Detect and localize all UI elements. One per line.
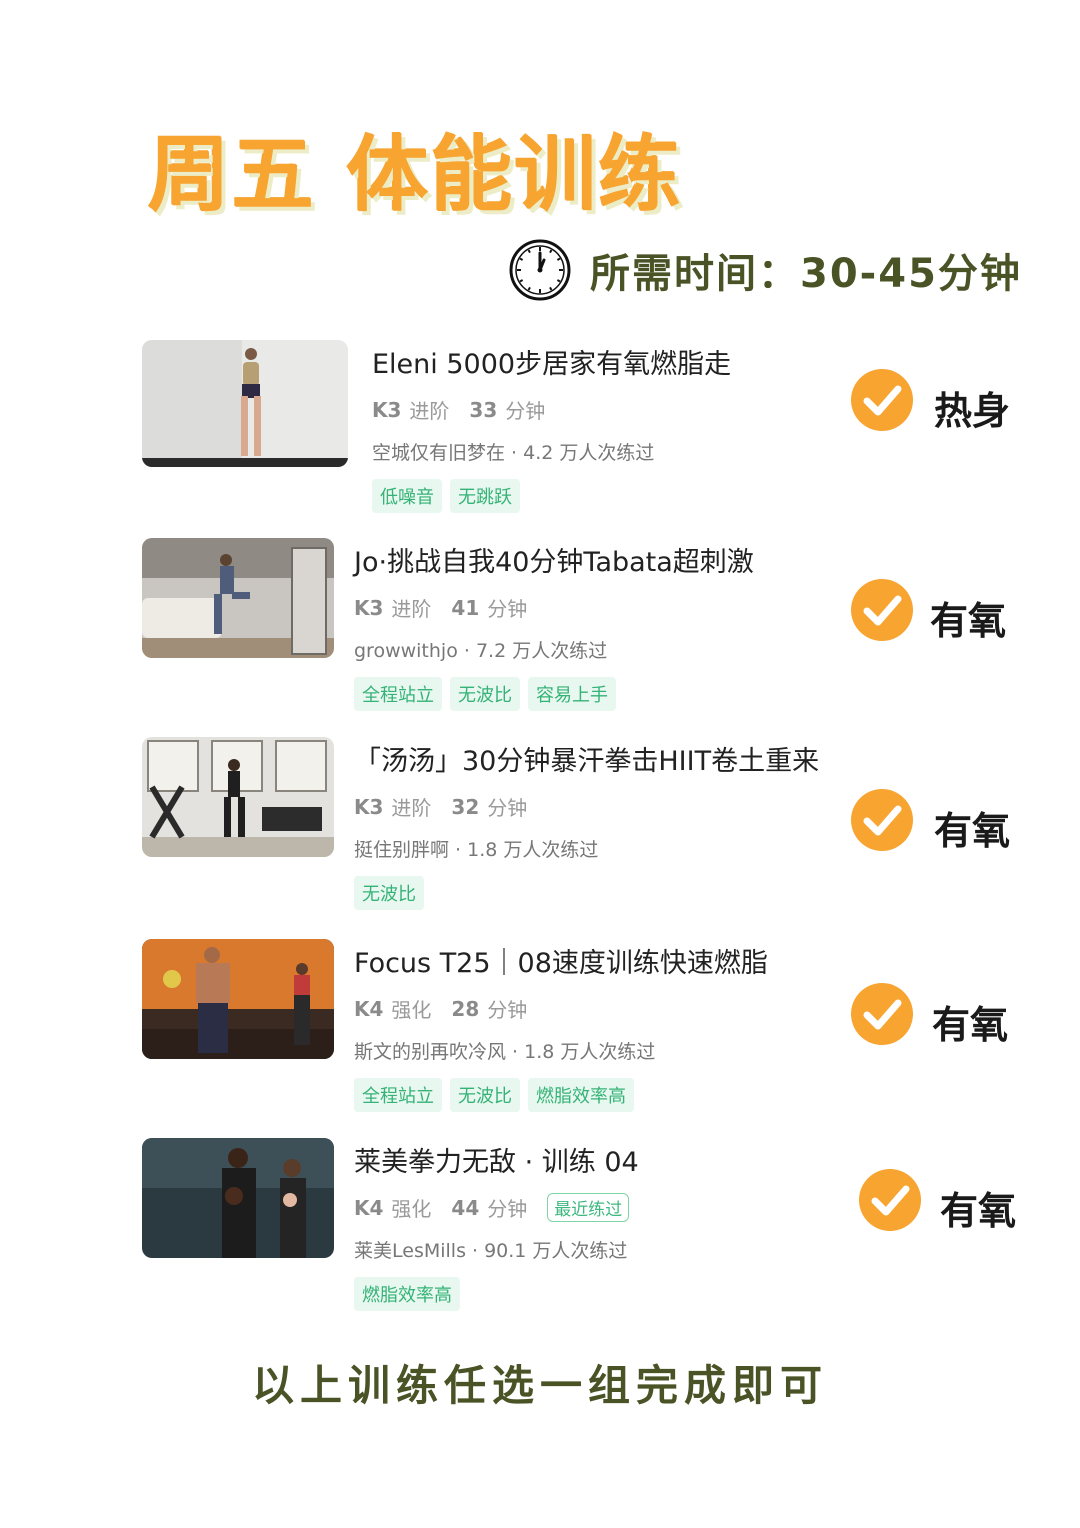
category-label: 热身 [934,389,1011,433]
tag: 燃脂效率高 [354,1277,460,1311]
author-stats: 挺住别胖啊 · 1.8 万人次练过 [354,839,599,861]
tag-list: 低噪音 无跳跃 [372,479,731,513]
tag: 无波比 [450,1078,520,1112]
workout-meta: K4 强化 44 分钟 最近练过 [354,1193,639,1222]
footer-note: 以上训练任选一组完成即可 [251,1361,828,1410]
checkmark-icon [851,983,913,1045]
checkmark-icon [851,789,913,851]
duration-minutes: 41 [451,595,480,620]
level-code: K3 [372,397,402,422]
workout-meta: K4 强化 28 分钟 [354,994,768,1023]
tag-list: 全程站立 无波比 容易上手 [354,677,754,711]
clock-icon [509,239,571,301]
duration-minutes: 33 [469,397,498,422]
checkmark-icon [851,579,913,641]
duration-text: 所需时间：30-45分钟 [590,251,1022,297]
tag-list: 无波比 [354,876,819,910]
workout-meta: K3 进阶 33 分钟 [372,395,731,424]
tag-list: 燃脂效率高 [354,1277,639,1311]
workout-title[interactable]: Jo·挑战自我40分钟Tabata超刺激 [354,540,754,579]
workout-title[interactable]: 莱美拳力无敌 · 训练 04 [354,1140,639,1179]
author-stats: 莱美LesMills · 90.1 万人次练过 [354,1240,628,1262]
workout-title[interactable]: 「汤汤」30分钟暴汗拳击HIIT卷土重来 [354,739,819,778]
page-title: 周五 体能训练 [148,128,683,223]
author-stats: 空城仅有旧梦在 · 4.2 万人次练过 [372,442,655,464]
level-name: 进阶 [409,399,450,423]
level-name: 进阶 [391,796,432,820]
category-label: 有氧 [932,1003,1009,1047]
tag: 无波比 [354,876,424,910]
checkmark-icon [859,1169,921,1231]
duration-unit: 分钟 [487,597,528,621]
duration-row: 所需时间：30-45分钟 [508,238,1022,302]
workout-meta: K3 进阶 41 分钟 [354,593,754,622]
workout-title[interactable]: Eleni 5000步居家有氧燃脂走 [372,342,731,381]
level-code: K4 [354,1195,384,1220]
tag: 全程站立 [354,1078,442,1112]
category-label: 有氧 [934,809,1011,853]
duration-minutes: 32 [451,794,480,819]
duration-unit: 分钟 [505,399,546,423]
duration-unit: 分钟 [487,998,528,1022]
tag: 燃脂效率高 [528,1078,634,1112]
workout-thumbnail[interactable] [142,538,334,658]
workout-meta: K3 进阶 32 分钟 [354,792,819,821]
workout-thumbnail[interactable] [142,939,334,1059]
category-label: 有氧 [930,599,1007,643]
boxing-duo-photo-icon [142,1138,334,1258]
level-code: K3 [354,595,384,620]
tag: 无跳跃 [450,479,520,513]
workout-title[interactable]: Focus T25｜08速度训练快速燃脂 [354,941,768,980]
woman-standing-photo-icon [142,340,348,467]
duration-minutes: 28 [451,996,480,1021]
tag: 低噪音 [372,479,442,513]
tag: 容易上手 [528,677,616,711]
tag: 全程站立 [354,677,442,711]
tag-list: 全程站立 无波比 燃脂效率高 [354,1078,768,1112]
workout-thumbnail[interactable] [142,340,348,467]
duration-unit: 分钟 [487,796,528,820]
author-stats: growwithjo · 7.2 万人次练过 [354,640,608,662]
level-code: K4 [354,996,384,1021]
living-room-workout-photo-icon [142,538,334,658]
recent-badge: 最近练过 [547,1193,630,1222]
author-stats: 斯文的别再吹冷风 · 1.8 万人次练过 [354,1041,656,1063]
category-label: 有氧 [940,1189,1017,1233]
level-name: 强化 [391,1197,432,1221]
checkmark-icon [851,369,913,431]
group-class-photo-icon [142,939,334,1059]
level-code: K3 [354,794,384,819]
level-name: 强化 [391,998,432,1022]
level-name: 进阶 [391,597,432,621]
workout-thumbnail[interactable] [142,737,334,857]
gym-boxing-photo-icon [142,737,334,857]
duration-minutes: 44 [451,1195,480,1220]
workout-thumbnail[interactable] [142,1138,334,1258]
tag: 无波比 [450,677,520,711]
duration-unit: 分钟 [487,1197,528,1221]
